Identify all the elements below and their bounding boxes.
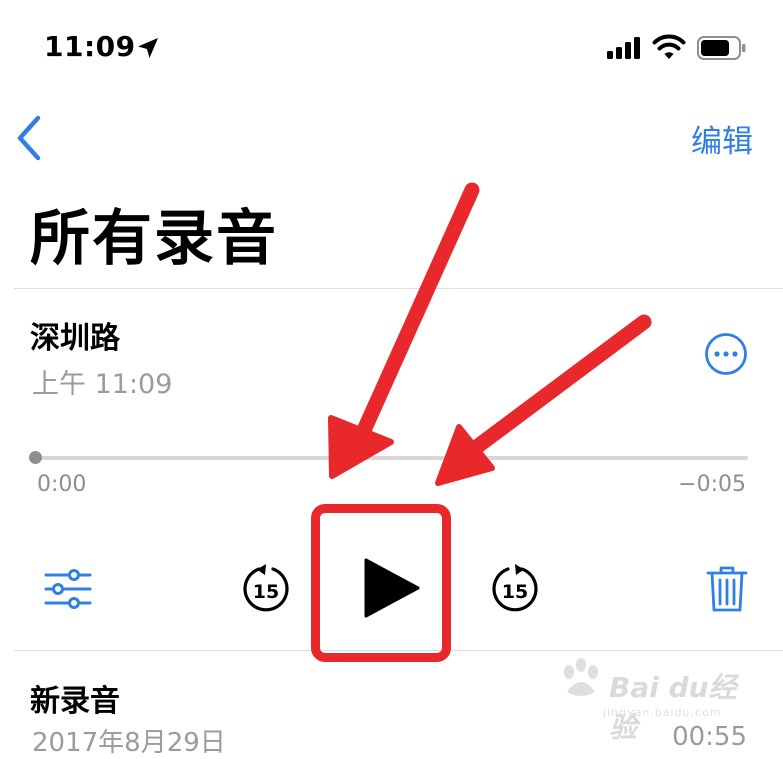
status-time: 11:09	[44, 30, 136, 63]
annotation-highlight-box	[311, 504, 451, 662]
battery-icon	[697, 36, 746, 60]
edit-button[interactable]: 编辑	[691, 116, 753, 161]
page-title: 所有录音	[30, 204, 278, 274]
paw-icon	[564, 658, 598, 696]
annotation-arrow	[328, 182, 480, 479]
recording-date: 2017年8月29日	[32, 728, 226, 758]
cellular-signal-icon	[607, 37, 640, 59]
back-button[interactable]	[14, 114, 48, 162]
playback-scrubber-knob[interactable]	[29, 451, 42, 464]
sliders-icon	[44, 569, 92, 609]
playback-settings-button[interactable]	[44, 569, 92, 609]
watermark-url: jingyan.baidu.com	[603, 706, 722, 719]
chevron-left-icon	[17, 115, 41, 161]
location-arrow-icon	[138, 38, 158, 58]
wifi-icon	[652, 34, 686, 59]
recording-title[interactable]: 深圳路	[30, 313, 120, 357]
skip-forward-label: 15	[502, 581, 528, 603]
recording-title[interactable]: 新录音	[30, 676, 120, 720]
delete-button[interactable]	[706, 565, 748, 613]
trash-icon	[706, 566, 748, 612]
skip-back-label: 15	[253, 581, 279, 603]
more-options-button[interactable]	[704, 332, 748, 376]
elapsed-time: 0:00	[37, 472, 87, 497]
ellipsis-circle-icon	[705, 333, 747, 375]
watermark: Bai du经验 jingyan.baidu.com	[553, 648, 743, 744]
playback-scrubber-track[interactable]	[34, 456, 748, 460]
skip-back-15-button[interactable]: 15	[240, 563, 292, 615]
remaining-time: −0:05	[678, 472, 746, 497]
skip-forward-15-button[interactable]: 15	[489, 563, 541, 615]
divider	[14, 288, 783, 289]
recording-time: 上午 11:09	[32, 369, 173, 400]
